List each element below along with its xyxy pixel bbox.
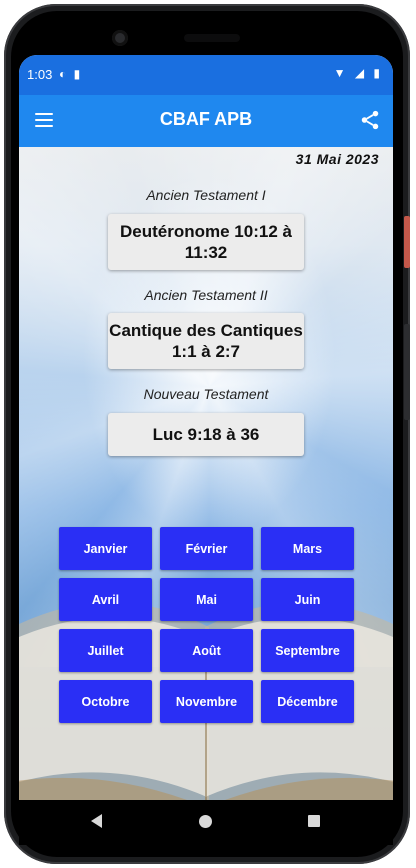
recent-apps-icon[interactable] [308,815,320,827]
month-button-novembre[interactable]: Novembre [160,680,253,723]
month-button-mai[interactable]: Mai [160,578,253,621]
share-icon[interactable] [359,109,381,131]
month-button-octobre[interactable]: Octobre [59,680,152,723]
reading-nt-button[interactable]: Luc 9:18 à 36 [108,413,304,456]
battery-icon: ▮ [373,66,383,80]
app-screen: 1:03 ◐ ▮ ▼ ◢ ▮ CBAF APB 31 Mai 2023 Anci… [19,55,393,800]
reading-label-ot1: Ancien Testament I [146,187,266,203]
month-button-juin[interactable]: Juin [261,578,354,621]
month-button-avril[interactable]: Avril [59,578,152,621]
wifi-icon: ▼ [333,66,349,80]
earpiece-speaker [184,34,240,42]
home-icon[interactable] [199,815,212,828]
month-button-janvier[interactable]: Janvier [59,527,152,570]
reading-label-ot2: Ancien Testament II [144,287,268,303]
app-bar: CBAF APB [19,95,393,147]
sd-card-icon: ▮ [73,67,83,81]
month-button-mars[interactable]: Mars [261,527,354,570]
reading-ot2-button[interactable]: Cantique des Cantiques 1:1 à 2:7 [108,313,304,369]
status-time: 1:03 [27,67,53,82]
reading-ot1-button[interactable]: Deutéronome 10:12 à 11:32 [108,214,304,270]
power-button[interactable] [404,216,410,268]
reading-label-nt: Nouveau Testament [143,386,269,402]
app-notification-icon: ◐ [59,67,69,81]
volume-button[interactable] [404,324,410,420]
status-bar: 1:03 ◐ ▮ ▼ ◢ ▮ [19,55,393,95]
month-button-decembre[interactable]: Décembre [261,680,354,723]
month-button-aout[interactable]: Août [160,629,253,672]
status-left-icons: ◐ ▮ [59,67,82,81]
signal-icon: ◢ [354,66,368,80]
main-content: 31 Mai 2023 Ancien Testament I Deutérono… [19,147,393,800]
month-button-septembre[interactable]: Septembre [261,629,354,672]
current-date: 31 Mai 2023 [295,151,379,167]
back-icon[interactable] [91,814,102,828]
status-right-icons: ▼ ◢ ▮ [334,66,383,80]
app-title: CBAF APB [159,109,253,129]
month-button-fevrier[interactable]: Février [160,527,253,570]
system-nav-bar [19,800,393,845]
month-button-juillet[interactable]: Juillet [59,629,152,672]
front-camera [112,30,128,46]
